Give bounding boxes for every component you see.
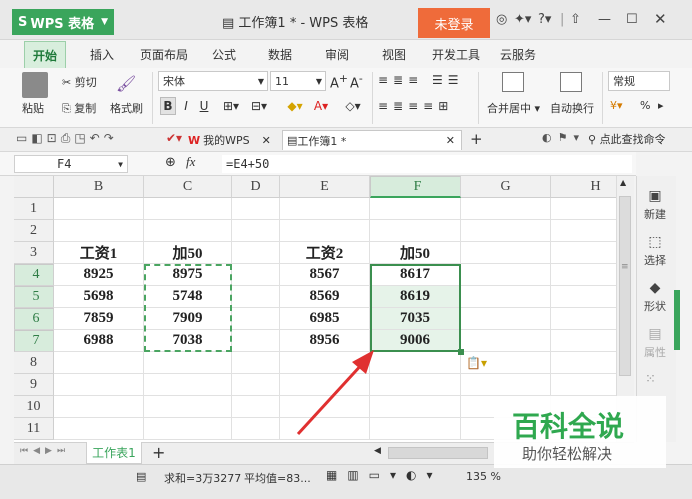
watermark-title: 百科全说 bbox=[512, 410, 625, 443]
wps-window: S WPS 表格 ▼ ▤ 工作簿1 * - WPS 表格 未登录 ◎ ✦▾ ?▾… bbox=[0, 0, 692, 499]
watermark-subtitle: 助你轻松解决 bbox=[522, 445, 613, 463]
